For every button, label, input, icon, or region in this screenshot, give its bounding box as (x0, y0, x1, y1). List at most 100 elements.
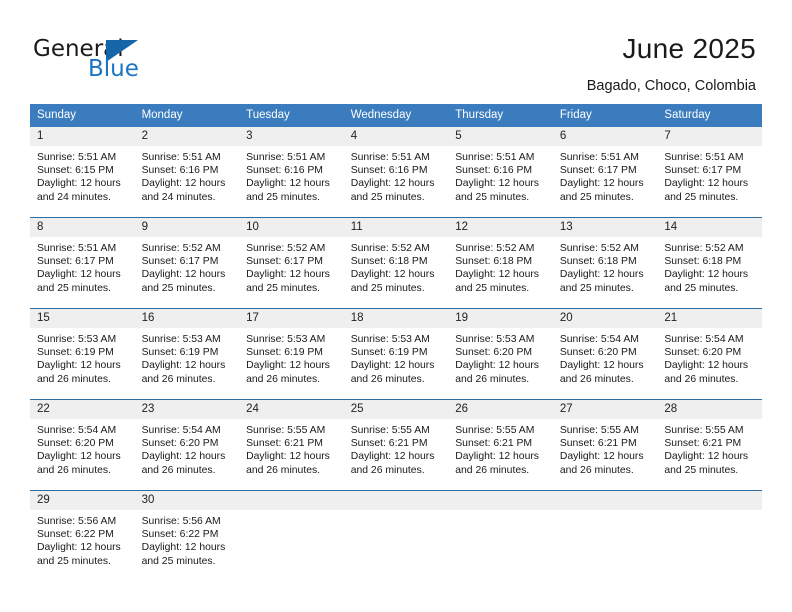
day-details (553, 510, 658, 515)
daylight-text-line1: Daylight: 12 hours (664, 269, 749, 281)
day-cell[interactable]: 27 Sunrise: 5:55 AM Sunset: 6:21 PM Dayl… (552, 399, 658, 491)
sunrise-text: Sunrise: 5:51 AM (664, 152, 744, 163)
day-cell[interactable]: 16 Sunrise: 5:53 AM Sunset: 6:19 PM Dayl… (134, 308, 240, 400)
day-cell[interactable]: 2 Sunrise: 5:51 AM Sunset: 6:16 PM Dayli… (134, 127, 240, 218)
daylight-text-line2: and 26 minutes. (37, 464, 111, 476)
daylight-text-line1: Daylight: 12 hours (37, 360, 121, 372)
day-cell[interactable]: 14 Sunrise: 5:52 AM Sunset: 6:18 PM Dayl… (657, 217, 762, 309)
day-number: 8 (30, 218, 135, 237)
day-number (657, 491, 762, 510)
day-cell[interactable]: 22 Sunrise: 5:54 AM Sunset: 6:20 PM Dayl… (30, 399, 135, 491)
day-cell[interactable]: 10 Sunrise: 5:52 AM Sunset: 6:17 PM Dayl… (239, 217, 344, 309)
day-cell[interactable]: 29 Sunrise: 5:56 AM Sunset: 6:22 PM Dayl… (30, 490, 135, 581)
day-cell[interactable]: 28 Sunrise: 5:55 AM Sunset: 6:21 PM Dayl… (657, 399, 762, 491)
day-number: 22 (30, 400, 135, 419)
sunset-text: Sunset: 6:16 PM (141, 165, 219, 177)
day-cell-empty (343, 490, 449, 581)
sunrise-text: Sunrise: 5:51 AM (141, 152, 221, 163)
day-details: Sunrise: 5:53 AM Sunset: 6:19 PM Dayligh… (135, 328, 240, 386)
day-cell[interactable]: 20 Sunrise: 5:54 AM Sunset: 6:20 PM Dayl… (552, 308, 658, 400)
day-cell-empty (552, 490, 658, 581)
day-cell[interactable]: 19 Sunrise: 5:53 AM Sunset: 6:20 PM Dayl… (448, 308, 553, 400)
day-number: 2 (134, 127, 240, 146)
sunrise-text: Sunrise: 5:55 AM (559, 425, 639, 436)
general-blue-logo[interactable]: General Blue (33, 36, 233, 86)
weekday-header-wednesday: Wednesday (343, 104, 449, 127)
daylight-text-line2: and 25 minutes. (350, 191, 425, 203)
sunset-text: Sunset: 6:18 PM (350, 256, 428, 268)
daylight-text-line2: and 26 minutes. (350, 464, 425, 476)
sunset-text: Sunset: 6:21 PM (559, 438, 637, 450)
sunset-text: Sunset: 6:15 PM (37, 165, 114, 177)
day-cell[interactable]: 18 Sunrise: 5:53 AM Sunset: 6:19 PM Dayl… (343, 308, 449, 400)
day-number (448, 491, 553, 510)
daylight-text-line2: and 25 minutes. (559, 282, 634, 294)
day-cell[interactable]: 3 Sunrise: 5:51 AM Sunset: 6:16 PM Dayli… (239, 127, 344, 218)
sunrise-text: Sunrise: 5:51 AM (455, 152, 535, 163)
daylight-text-line1: Daylight: 12 hours (350, 269, 435, 281)
day-details: Sunrise: 5:53 AM Sunset: 6:19 PM Dayligh… (239, 328, 344, 386)
day-number: 15 (30, 309, 135, 328)
daylight-text-line2: and 25 minutes. (246, 191, 321, 203)
day-details: Sunrise: 5:54 AM Sunset: 6:20 PM Dayligh… (135, 419, 240, 477)
sunrise-text: Sunrise: 5:52 AM (559, 243, 639, 254)
day-cell[interactable]: 7 Sunrise: 5:51 AM Sunset: 6:17 PM Dayli… (657, 127, 762, 218)
daylight-text-line1: Daylight: 12 hours (246, 451, 330, 463)
day-cell[interactable]: 17 Sunrise: 5:53 AM Sunset: 6:19 PM Dayl… (239, 308, 344, 400)
daylight-text-line1: Daylight: 12 hours (350, 178, 435, 190)
day-cell[interactable]: 9 Sunrise: 5:52 AM Sunset: 6:17 PM Dayli… (134, 217, 240, 309)
day-details: Sunrise: 5:55 AM Sunset: 6:21 PM Dayligh… (657, 419, 762, 477)
weekday-header-thursday: Thursday (448, 104, 553, 127)
day-number: 7 (657, 127, 762, 146)
daylight-text-line1: Daylight: 12 hours (350, 451, 435, 463)
sunrise-text: Sunrise: 5:52 AM (141, 243, 221, 254)
day-number: 21 (657, 309, 762, 328)
daylight-text-line1: Daylight: 12 hours (37, 178, 121, 190)
day-cell[interactable]: 24 Sunrise: 5:55 AM Sunset: 6:21 PM Dayl… (239, 399, 344, 491)
day-number: 23 (134, 400, 240, 419)
daylight-text-line2: and 25 minutes. (664, 191, 739, 203)
calendar-page: General Blue June 2025 Bagado, Choco, Co… (0, 0, 792, 612)
day-cell[interactable]: 6 Sunrise: 5:51 AM Sunset: 6:17 PM Dayli… (552, 127, 658, 218)
day-details: Sunrise: 5:51 AM Sunset: 6:17 PM Dayligh… (30, 237, 135, 295)
day-details: Sunrise: 5:54 AM Sunset: 6:20 PM Dayligh… (30, 419, 135, 477)
day-cell[interactable]: 30 Sunrise: 5:56 AM Sunset: 6:22 PM Dayl… (134, 490, 240, 581)
day-details: Sunrise: 5:55 AM Sunset: 6:21 PM Dayligh… (239, 419, 344, 477)
day-details: Sunrise: 5:52 AM Sunset: 6:18 PM Dayligh… (448, 237, 553, 295)
day-number: 29 (30, 491, 135, 510)
calendar-week-row: 8 Sunrise: 5:51 AM Sunset: 6:17 PM Dayli… (30, 217, 762, 309)
day-cell[interactable]: 5 Sunrise: 5:51 AM Sunset: 6:16 PM Dayli… (448, 127, 553, 218)
day-details: Sunrise: 5:54 AM Sunset: 6:20 PM Dayligh… (553, 328, 658, 386)
day-cell-empty (239, 490, 344, 581)
day-cell[interactable]: 21 Sunrise: 5:54 AM Sunset: 6:20 PM Dayl… (657, 308, 762, 400)
day-cell[interactable]: 12 Sunrise: 5:52 AM Sunset: 6:18 PM Dayl… (448, 217, 553, 309)
day-cell[interactable]: 11 Sunrise: 5:52 AM Sunset: 6:18 PM Dayl… (343, 217, 449, 309)
calendar-week-row: 29 Sunrise: 5:56 AM Sunset: 6:22 PM Dayl… (30, 490, 762, 581)
daylight-text-line1: Daylight: 12 hours (37, 269, 121, 281)
sunrise-text: Sunrise: 5:52 AM (664, 243, 744, 254)
day-details (344, 510, 449, 515)
day-cell[interactable]: 15 Sunrise: 5:53 AM Sunset: 6:19 PM Dayl… (30, 308, 135, 400)
sunrise-text: Sunrise: 5:51 AM (37, 243, 117, 254)
daylight-text-line2: and 25 minutes. (559, 191, 634, 203)
daylight-text-line1: Daylight: 12 hours (664, 360, 749, 372)
sunrise-text: Sunrise: 5:51 AM (350, 152, 430, 163)
day-cell[interactable]: 23 Sunrise: 5:54 AM Sunset: 6:20 PM Dayl… (134, 399, 240, 491)
sunrise-text: Sunrise: 5:56 AM (141, 516, 221, 527)
day-cell[interactable]: 4 Sunrise: 5:51 AM Sunset: 6:16 PM Dayli… (343, 127, 449, 218)
daylight-text-line2: and 26 minutes. (246, 464, 321, 476)
day-cell[interactable]: 8 Sunrise: 5:51 AM Sunset: 6:17 PM Dayli… (30, 217, 135, 309)
sunrise-text: Sunrise: 5:51 AM (246, 152, 326, 163)
day-cell[interactable]: 13 Sunrise: 5:52 AM Sunset: 6:18 PM Dayl… (552, 217, 658, 309)
day-cell[interactable]: 26 Sunrise: 5:55 AM Sunset: 6:21 PM Dayl… (448, 399, 553, 491)
sunrise-text: Sunrise: 5:56 AM (37, 516, 117, 527)
sunset-text: Sunset: 6:18 PM (664, 256, 742, 268)
daylight-text-line1: Daylight: 12 hours (350, 360, 435, 372)
day-details: Sunrise: 5:52 AM Sunset: 6:18 PM Dayligh… (657, 237, 762, 295)
sunset-text: Sunset: 6:22 PM (141, 529, 219, 541)
day-number: 25 (343, 400, 449, 419)
sunrise-text: Sunrise: 5:52 AM (455, 243, 535, 254)
day-cell[interactable]: 25 Sunrise: 5:55 AM Sunset: 6:21 PM Dayl… (343, 399, 449, 491)
day-cell[interactable]: 1 Sunrise: 5:51 AM Sunset: 6:15 PM Dayli… (30, 127, 135, 218)
sunrise-text: Sunrise: 5:54 AM (141, 425, 221, 436)
